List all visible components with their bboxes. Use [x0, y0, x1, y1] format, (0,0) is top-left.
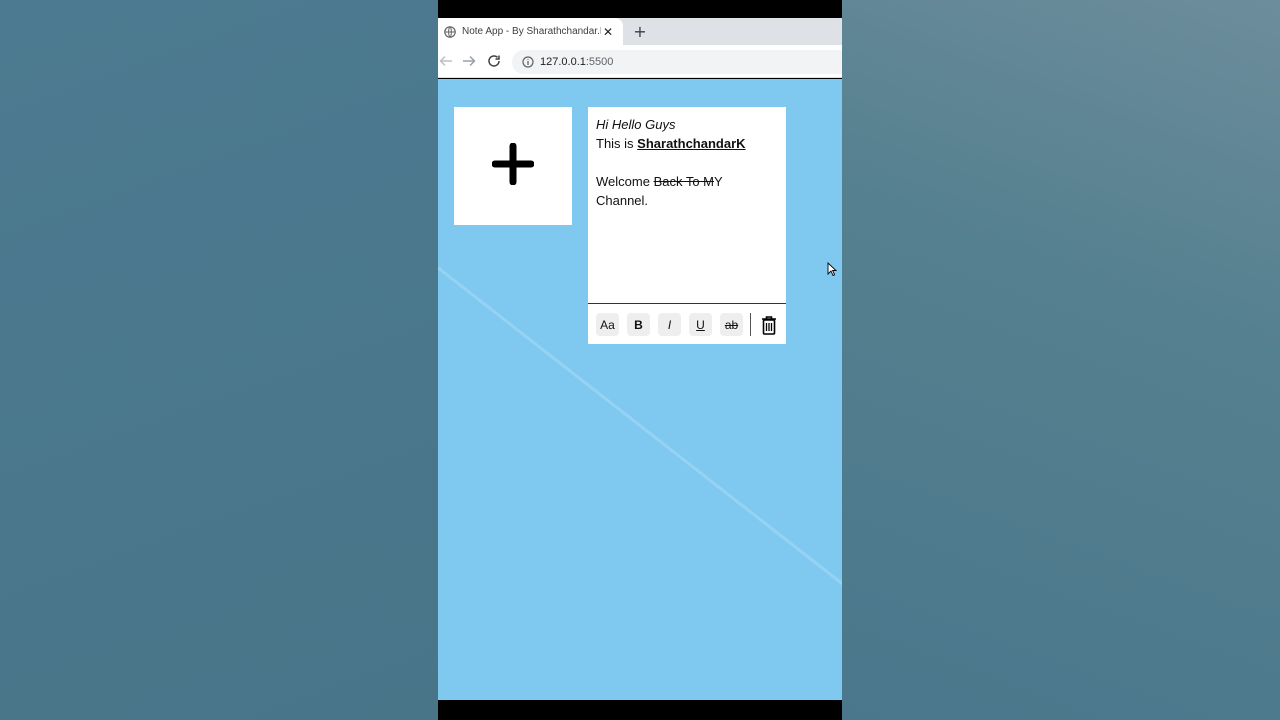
- close-tab-icon[interactable]: ✕: [601, 25, 615, 39]
- note-editor[interactable]: Hi Hello Guys This is SharathchandarK We…: [588, 107, 786, 304]
- note-blank-line: [596, 153, 778, 172]
- note-line-3: Welcome Back To MY: [596, 172, 778, 191]
- tab-strip: Note App - By Sharathchandar.K ✕ +: [438, 18, 842, 45]
- new-tab-button[interactable]: +: [631, 22, 649, 41]
- note-line-2: This is SharathchandarK: [596, 134, 778, 153]
- note-strike-text: Back To M: [653, 174, 715, 189]
- info-icon[interactable]: [522, 56, 534, 68]
- tab-title: Note App - By Sharathchandar.K: [462, 26, 601, 37]
- note-line-3-suffix: Y: [714, 174, 723, 189]
- url-port: :5500: [585, 56, 614, 68]
- url-text: 127.0.0.1:5500: [540, 56, 613, 68]
- note-toolbar: Aa B I U ab: [588, 305, 786, 344]
- background-right: [842, 0, 1280, 720]
- note-line-3-prefix: Welcome: [596, 174, 654, 189]
- forward-arrow-icon[interactable]: [461, 53, 477, 69]
- font-size-button[interactable]: Aa: [596, 313, 619, 336]
- address-bar[interactable]: 127.0.0.1:5500: [512, 50, 842, 74]
- reload-icon[interactable]: [486, 53, 502, 69]
- back-arrow-icon[interactable]: [438, 53, 454, 69]
- note-line-1: Hi Hello Guys: [596, 117, 676, 132]
- add-note-button[interactable]: [454, 107, 572, 225]
- note-line-4: Channel.: [596, 193, 649, 208]
- browser-toolbar: 127.0.0.1:5500: [438, 45, 842, 78]
- mouse-cursor-icon: [827, 262, 837, 276]
- page-viewport: Hi Hello Guys This is SharathchandarK We…: [438, 79, 842, 700]
- phone-frame: Note App - By Sharathchandar.K ✕ + 127.0…: [438, 0, 842, 720]
- browser-tab[interactable]: Note App - By Sharathchandar.K ✕: [438, 18, 623, 45]
- bold-button[interactable]: B: [627, 313, 650, 336]
- trash-icon[interactable]: [759, 314, 779, 336]
- globe-icon: [444, 25, 456, 38]
- note-author-name: SharathchandarK: [637, 136, 746, 151]
- plus-icon: [491, 142, 535, 189]
- note-card: Hi Hello Guys This is SharathchandarK We…: [588, 107, 786, 344]
- background-left: [0, 0, 438, 720]
- italic-button[interactable]: I: [658, 313, 681, 336]
- strikethrough-button[interactable]: ab: [720, 313, 743, 336]
- url-host: 127.0.0.1: [540, 56, 586, 68]
- toolbar-divider: [750, 313, 751, 336]
- underline-button[interactable]: U: [689, 313, 712, 336]
- note-line-2-prefix: This is: [596, 136, 638, 151]
